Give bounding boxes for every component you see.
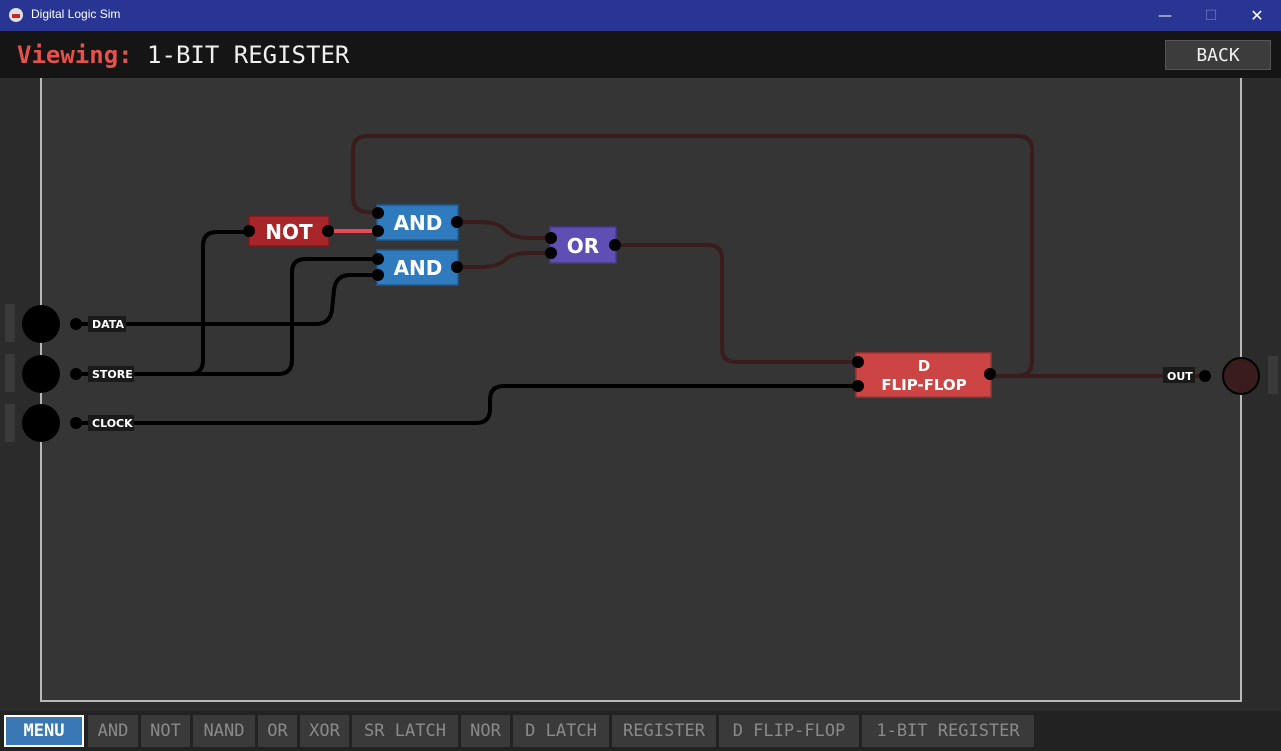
d-flip-flop-clock-input[interactable] (852, 380, 864, 392)
chip-tab-sr-latch[interactable]: SR LATCH (352, 715, 458, 747)
viewing-header: Viewing: 1-BIT REGISTER BACK (0, 31, 1281, 78)
input-connector-data[interactable] (70, 318, 82, 330)
back-button[interactable]: BACK (1165, 40, 1271, 70)
input-pin-data[interactable] (22, 305, 60, 343)
chip-tab-nor[interactable]: NOR (461, 715, 510, 747)
chip-tab-register[interactable]: REGISTER (612, 715, 716, 747)
input-label-data: DATA (92, 318, 124, 331)
chip-tab-xor[interactable]: XOR (300, 715, 349, 747)
minimize-icon[interactable]: — (1142, 0, 1188, 31)
output-label-out: OUT (1167, 370, 1193, 383)
output-pin-out[interactable] (1222, 357, 1260, 395)
page-title: Viewing: 1-BIT REGISTER (17, 41, 349, 69)
app-icon (9, 8, 23, 22)
d-flip-flop-data-input[interactable] (852, 356, 864, 368)
not-gate-label: NOT (265, 220, 313, 244)
and-gate-1-output[interactable] (451, 216, 463, 228)
input-handle-store[interactable] (5, 354, 15, 392)
and-gate-1-input-b[interactable] (372, 225, 384, 237)
chip-tab-d-flip-flop[interactable]: D FLIP-FLOP (719, 715, 859, 747)
d-flip-flop-label-1: D (918, 357, 930, 375)
input-pin-store[interactable] (22, 355, 60, 393)
and-gate-1-label: AND (394, 211, 443, 235)
chip-tab-or[interactable]: OR (258, 715, 297, 747)
or-gate-label: OR (567, 234, 599, 258)
and-gate-2-input-a[interactable] (372, 253, 384, 265)
circuit-svg[interactable]: DATA STORE CLOCK NOT AND AND OR D FLIP-F… (0, 78, 1281, 711)
and-gate-2-output[interactable] (451, 261, 463, 273)
chip-tab-1-bit-register[interactable]: 1-BIT REGISTER (862, 715, 1034, 747)
chip-tab-and[interactable]: AND (88, 715, 138, 747)
and-gate-1-input-a[interactable] (372, 207, 384, 219)
or-gate-output[interactable] (609, 239, 621, 251)
or-gate-input-b[interactable] (545, 247, 557, 259)
input-label-clock: CLOCK (92, 417, 133, 430)
close-icon[interactable]: ✕ (1234, 0, 1280, 31)
and-gate-2-input-b[interactable] (372, 269, 384, 281)
and-gate-2-label: AND (394, 256, 443, 280)
not-gate-output-pin[interactable] (322, 225, 334, 237)
circuit-canvas[interactable]: DATA STORE CLOCK NOT AND AND OR D FLIP-F… (0, 78, 1281, 711)
input-pin-clock[interactable] (22, 404, 60, 442)
or-gate-input-a[interactable] (545, 232, 557, 244)
d-flip-flop-label-2: FLIP-FLOP (881, 376, 966, 394)
window-title: Digital Logic Sim (31, 7, 121, 21)
input-label-store: STORE (92, 368, 133, 381)
chip-name: 1-BIT REGISTER (147, 41, 350, 69)
output-handle-out[interactable] (1268, 356, 1278, 394)
input-handle-clock[interactable] (5, 404, 15, 442)
chip-tab-not[interactable]: NOT (141, 715, 190, 747)
viewing-label: Viewing: (17, 41, 133, 69)
window-titlebar: Digital Logic Sim — ☐ ✕ (0, 0, 1281, 31)
input-handle-data[interactable] (5, 304, 15, 342)
menu-button[interactable]: MENU (4, 715, 84, 747)
input-connector-store[interactable] (70, 368, 82, 380)
chip-tab-nand[interactable]: NAND (193, 715, 255, 747)
maximize-icon[interactable]: ☐ (1188, 0, 1234, 31)
d-flip-flop-output[interactable] (984, 368, 996, 380)
output-connector-out[interactable] (1199, 370, 1211, 382)
circuit-board (40, 78, 1242, 702)
not-gate-input-pin[interactable] (243, 225, 255, 237)
input-connector-clock[interactable] (70, 417, 82, 429)
chip-tab-d-latch[interactable]: D LATCH (513, 715, 609, 747)
chip-menu-bar: MENU AND NOT NAND OR XOR SR LATCH NOR D … (0, 711, 1281, 751)
